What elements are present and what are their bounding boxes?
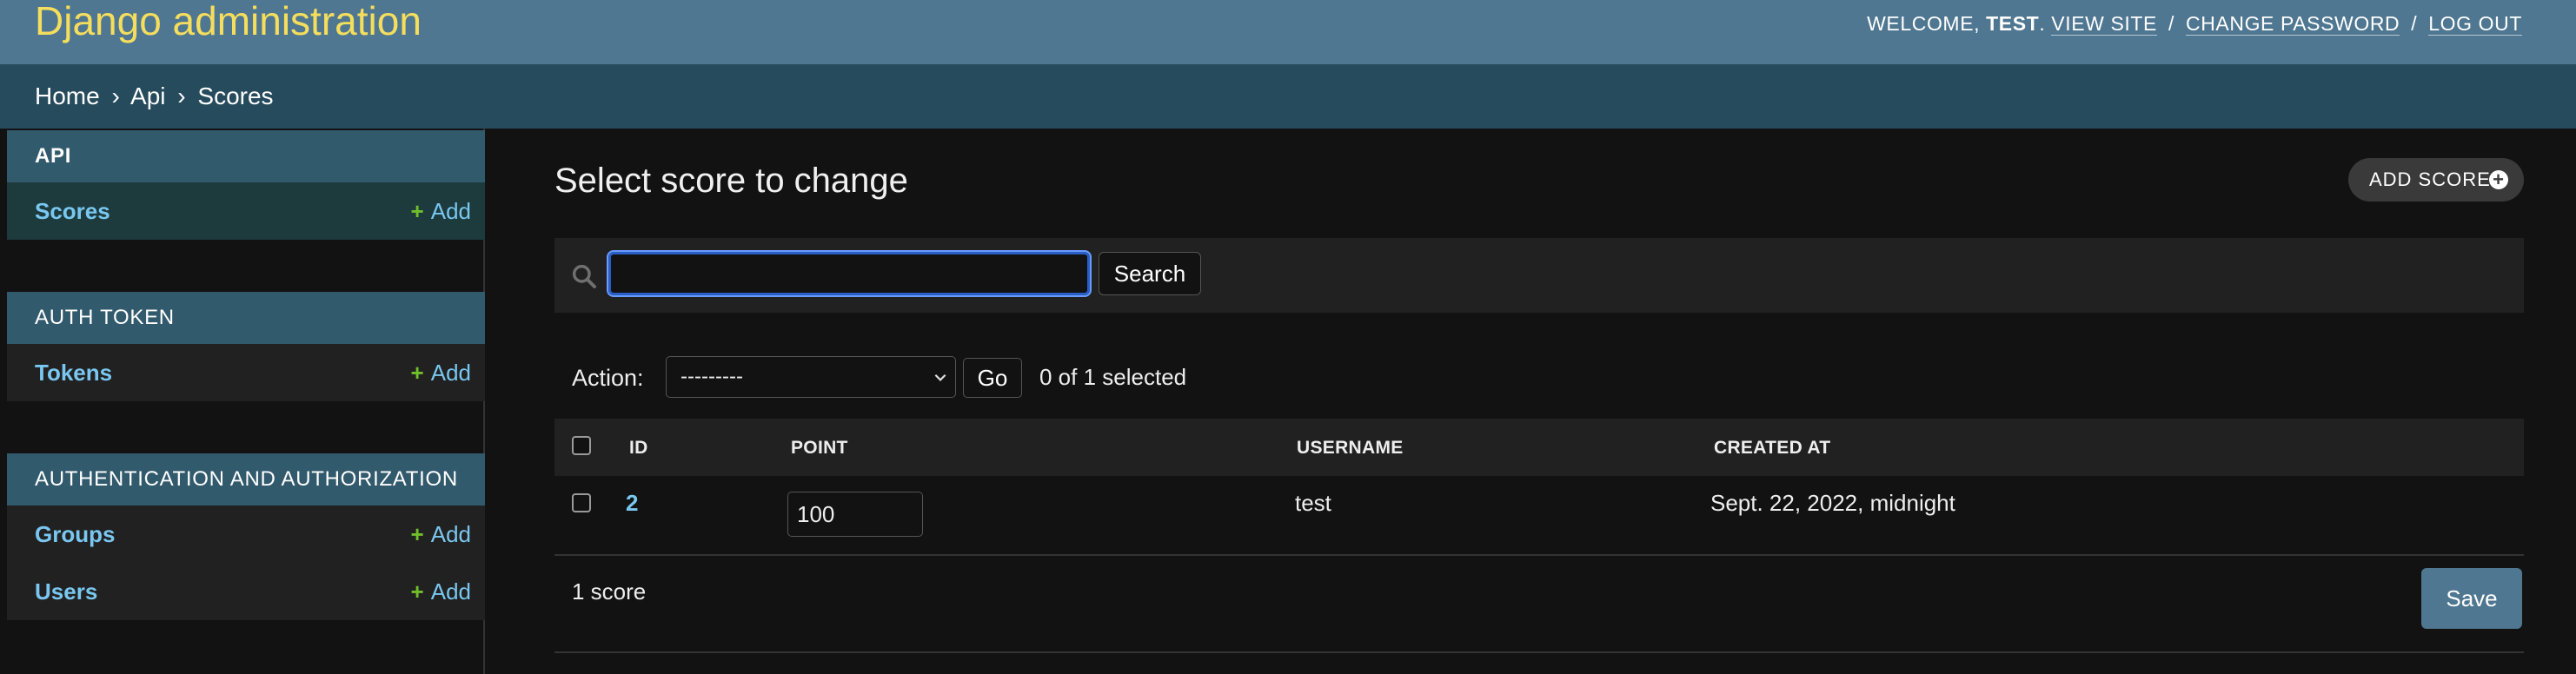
breadcrumb-app[interactable]: Api	[130, 83, 165, 109]
nav-sidebar: API Scores + Add AUTH TOKEN Tokens + Add A…	[0, 129, 485, 674]
breadcrumb-separator: ›	[111, 83, 120, 109]
module-auth-token: AUTH TOKEN Tokens + Add	[7, 292, 485, 401]
page-title: Select score to change	[554, 162, 908, 200]
search-button[interactable]: Search	[1099, 252, 1201, 295]
add-label: Add	[430, 198, 471, 224]
log-out-link[interactable]: LOG OUT	[2428, 12, 2522, 36]
add-groups-link[interactable]: + Add	[411, 506, 471, 563]
select-all-checkbox[interactable]	[572, 436, 591, 455]
module-caption[interactable]: AUTHENTICATION AND AUTHORIZATION	[7, 453, 485, 506]
search-toolbar: Search	[554, 238, 2524, 313]
table-row: 2 100 test Sept. 22, 2022, midnight	[554, 476, 2524, 556]
column-header-created-at[interactable]: CREATED AT	[1714, 438, 1830, 459]
add-label: Add	[430, 360, 471, 386]
row-username: test	[1295, 490, 1331, 516]
header: Django administration WELCOME, TEST. VIE…	[0, 0, 2576, 64]
action-label: Action:	[572, 365, 644, 391]
search-icon	[572, 264, 596, 288]
username: TEST	[1986, 12, 2040, 35]
sidebar-item-users: Users + Add	[7, 563, 485, 620]
paginator: 1 score Save	[554, 556, 2524, 653]
user-tools: WELCOME, TEST. VIEW SITE / CHANGE PASSWO…	[1867, 12, 2522, 36]
breadcrumb-current: Scores	[197, 83, 274, 109]
add-scores-link[interactable]: + Add	[411, 182, 471, 240]
chevron-down-icon	[934, 373, 946, 381]
plus-icon: +	[410, 360, 424, 386]
table-header: ID POINT USERNAME CREATED AT	[554, 419, 2524, 476]
module-api: API Scores + Add	[7, 130, 485, 240]
site-name[interactable]: Django administration	[35, 0, 422, 45]
welcome-text: WELCOME,	[1867, 12, 1981, 35]
breadcrumb-separator: ›	[177, 83, 186, 109]
change-password-link[interactable]: CHANGE PASSWORD	[2186, 12, 2400, 36]
separator: /	[2168, 12, 2174, 35]
module-caption[interactable]: API	[7, 130, 485, 182]
add-label: Add	[430, 578, 471, 605]
sidebar-item-label[interactable]: Tokens	[35, 360, 112, 386]
sidebar-item-label[interactable]: Groups	[35, 521, 115, 547]
plus-icon: +	[2489, 170, 2508, 189]
actions-bar: Action: --------- Go 0 of 1 selected	[554, 356, 1597, 400]
separator: /	[2411, 12, 2418, 35]
row-id-link[interactable]: 2	[626, 490, 638, 517]
sidebar-item-tokens: Tokens + Add	[7, 344, 485, 401]
add-score-label: ADD SCORE	[2369, 168, 2491, 190]
sidebar-item-scores: Scores + Add	[7, 182, 485, 240]
main-content: Select score to change ADD SCORE + Searc…	[485, 129, 2576, 674]
save-button[interactable]: Save	[2421, 568, 2522, 629]
sidebar-item-label[interactable]: Users	[35, 578, 97, 605]
action-select-value: ---------	[681, 365, 743, 388]
point-input[interactable]: 100	[787, 492, 923, 537]
add-tokens-link[interactable]: + Add	[411, 344, 471, 401]
add-label: Add	[430, 521, 471, 547]
column-header-point[interactable]: POINT	[791, 438, 848, 459]
view-site-link[interactable]: VIEW SITE	[2051, 12, 2157, 36]
row-created-at: Sept. 22, 2022, midnight	[1710, 490, 1955, 516]
result-table: ID POINT USERNAME CREATED AT 2 100 test …	[554, 419, 2524, 556]
plus-icon: +	[410, 198, 424, 224]
column-header-username[interactable]: USERNAME	[1297, 438, 1404, 459]
add-users-link[interactable]: + Add	[411, 563, 471, 620]
selection-count: 0 of 1 selected	[1039, 364, 1187, 390]
module-authentication: AUTHENTICATION AND AUTHORIZATION Groups …	[7, 453, 485, 620]
module-caption[interactable]: AUTH TOKEN	[7, 292, 485, 344]
action-select[interactable]: ---------	[666, 356, 956, 398]
add-score-button[interactable]: ADD SCORE +	[2348, 158, 2524, 202]
sidebar-item-groups: Groups + Add	[7, 506, 485, 563]
breadcrumb: Home › Api › Scores	[0, 64, 2576, 129]
plus-icon: +	[410, 578, 424, 605]
go-button[interactable]: Go	[963, 358, 1022, 398]
row-checkbox[interactable]	[572, 493, 591, 512]
breadcrumb-home[interactable]: Home	[35, 83, 100, 109]
result-count: 1 score	[572, 578, 647, 605]
sidebar-item-label[interactable]: Scores	[35, 198, 110, 224]
plus-icon: +	[410, 521, 424, 547]
column-header-id[interactable]: ID	[629, 438, 648, 459]
search-input[interactable]	[607, 250, 1092, 297]
